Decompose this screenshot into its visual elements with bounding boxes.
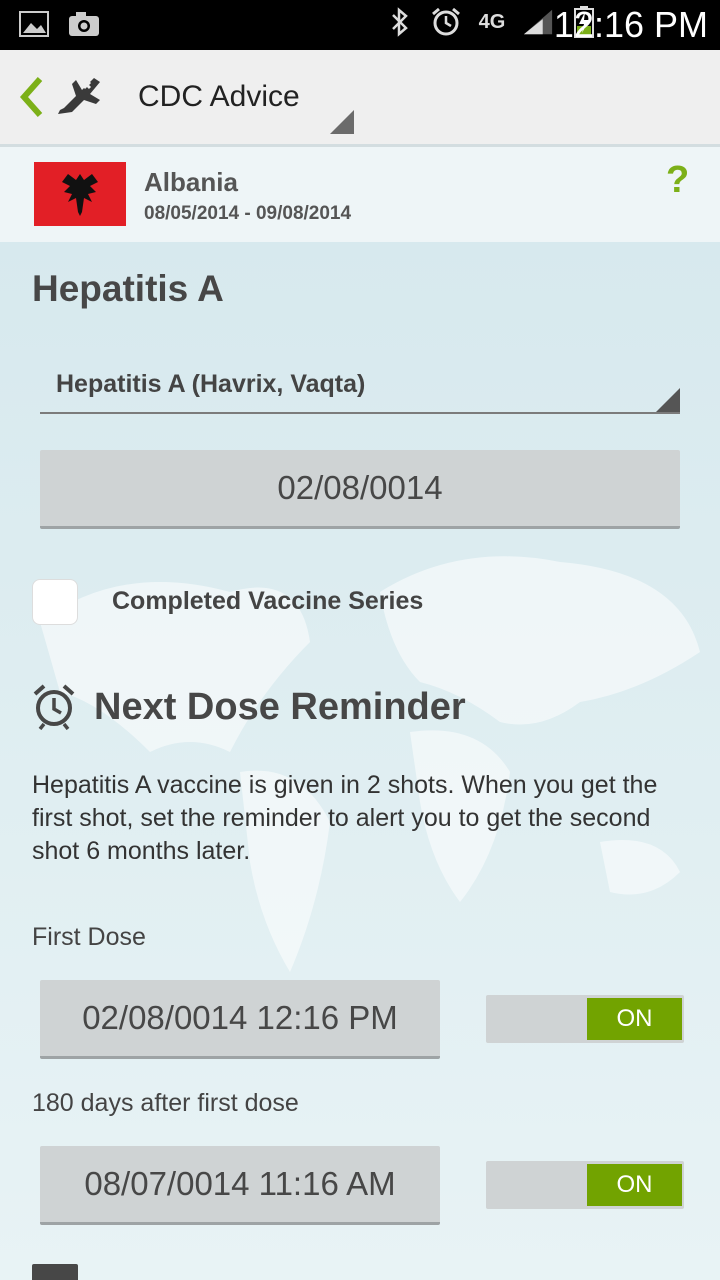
title-dropdown-indicator[interactable] [330,110,354,134]
signal-icon [522,8,554,36]
reminder-description: Hepatitis A vaccine is given in 2 shots.… [32,771,658,865]
bluetooth-icon [384,7,416,37]
camera-icon [68,10,100,38]
vaccine-brand-select[interactable]: Hepatitis A (Havrix, Vaqta) [40,348,680,414]
status-bar: 4G 12:16 PM [0,0,720,50]
vaccine-detail: Hepatitis A Hepatitis A (Havrix, Vaqta) … [0,242,720,1280]
calendar-icon [32,1264,78,1280]
second-dose-datetime-button[interactable]: 08/07/0014 11:16 AM [40,1146,440,1225]
gallery-icon [18,10,50,38]
first-dose-label: First Dose [32,923,146,951]
action-bar: CDC Advice [0,50,720,147]
dropdown-indicator-icon [656,388,680,412]
trip-dates: 08/05/2014 - 09/08/2014 [144,203,352,224]
help-icon[interactable]: ? [666,159,689,202]
completed-series-checkbox[interactable] [32,579,78,625]
vaccine-brand-value: Hepatitis A (Havrix, Vaqta) [56,370,366,398]
country-name: Albania [144,167,238,197]
4g-lte-icon: 4G [478,10,506,33]
second-dose-label: 180 days after first dose [32,1089,299,1117]
first-dose-datetime-button[interactable]: 02/08/0014 12:16 PM [40,980,440,1059]
app-title[interactable]: CDC Advice [138,80,300,114]
second-dose-toggle[interactable]: ON [486,1161,684,1209]
completed-series-label: Completed Vaccine Series [112,587,424,615]
toggle-on-label: ON [587,998,682,1040]
albania-flag [34,162,126,226]
status-time: 12:16 PM [553,4,708,45]
trip-header: Albania 08/05/2014 - 09/08/2014 ? [0,147,720,242]
alarm-icon [430,7,462,36]
vaccine-date-button[interactable]: 02/08/0014 [40,450,680,529]
back-chevron-icon[interactable] [18,75,46,119]
vaccine-title: Hepatitis A [32,268,224,309]
first-dose-toggle[interactable]: ON [486,995,684,1043]
toggle-on-label: ON [587,1164,682,1206]
airplane-logo-icon[interactable] [54,70,108,124]
reminder-title: Next Dose Reminder [94,686,466,728]
alarm-clock-icon [30,682,78,731]
